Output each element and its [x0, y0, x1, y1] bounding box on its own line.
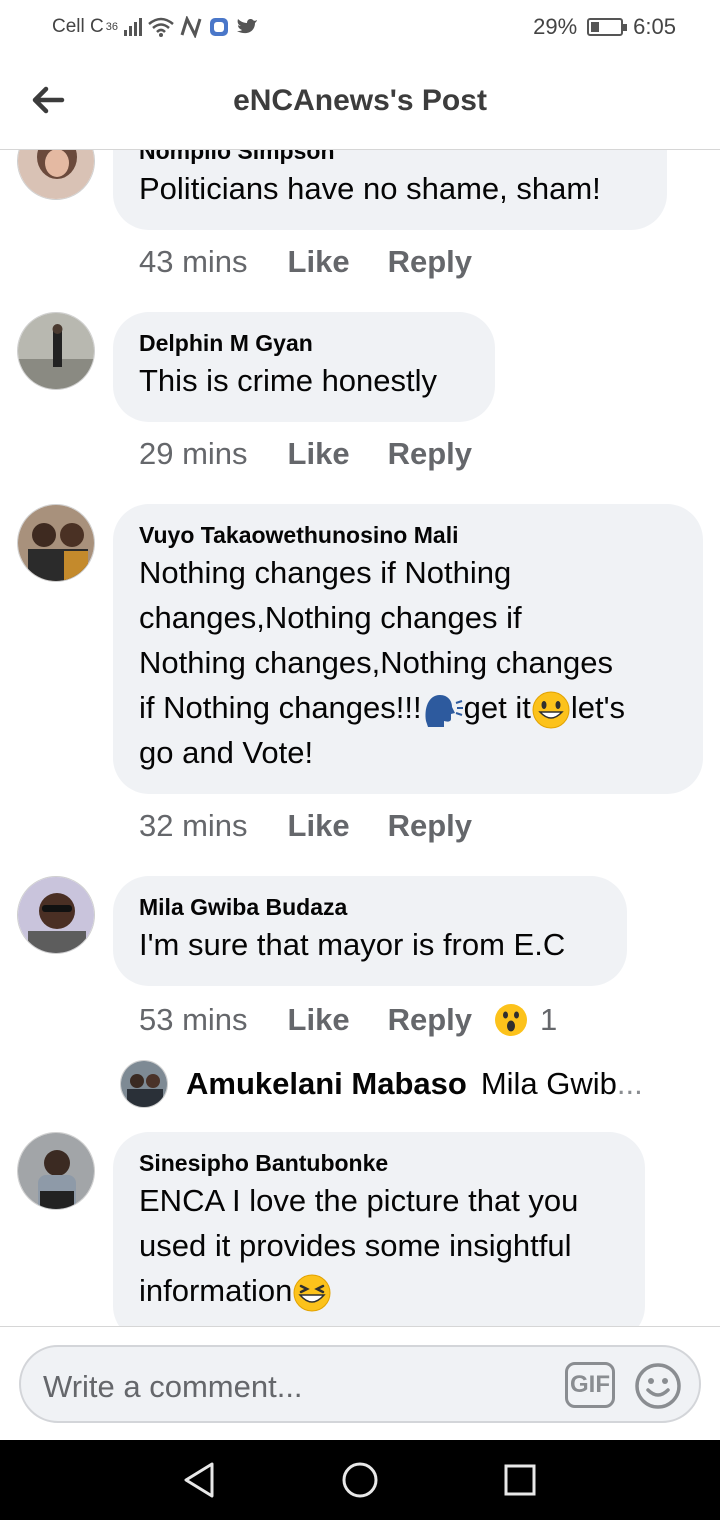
- speaking-head-emoji-icon: [425, 694, 463, 727]
- like-button[interactable]: Like: [288, 436, 350, 472]
- like-button[interactable]: Like: [288, 244, 350, 280]
- comment-composer: Write a comment... GIF: [0, 1326, 720, 1440]
- reply-preview[interactable]: Amukelani Mabaso Mila Gwib...: [120, 1060, 643, 1108]
- nav-home-icon[interactable]: [340, 1460, 380, 1500]
- carrier-label: Cell C: [52, 16, 104, 37]
- comment-actions: 43 mins Like Reply: [139, 244, 510, 280]
- system-nav-bar: [0, 1440, 720, 1520]
- comment-author[interactable]: Nomplio Simpson: [139, 150, 641, 166]
- avatar[interactable]: [120, 1060, 168, 1108]
- comment-bubble[interactable]: Nomplio Simpson Politicians have no sham…: [113, 150, 667, 230]
- comment-author[interactable]: Sinesipho Bantubonke: [139, 1148, 619, 1178]
- comment-actions: 29 mins Like Reply: [139, 436, 510, 472]
- twitter-icon: [236, 19, 257, 34]
- wow-reaction-icon: [495, 1004, 527, 1036]
- like-button[interactable]: Like: [288, 1002, 350, 1038]
- comments-feed[interactable]: Nomplio Simpson Politicians have no sham…: [0, 150, 720, 1326]
- avatar[interactable]: [17, 1132, 95, 1210]
- nfc-icon: [180, 16, 202, 38]
- comment-text: Nothing changes if Nothing changes,Nothi…: [139, 555, 626, 770]
- reaction-summary[interactable]: 1: [494, 1002, 557, 1038]
- avatar[interactable]: [17, 504, 95, 582]
- grinning-face-emoji-icon: [532, 691, 570, 729]
- comment-text: This is crime honestly: [139, 363, 438, 398]
- emoji-icon[interactable]: [633, 1361, 683, 1411]
- gif-icon[interactable]: GIF: [565, 1362, 615, 1408]
- comment-text: Politicians have no shame, sham!: [139, 171, 601, 206]
- grinning-squinting-face-emoji-icon: [293, 1274, 331, 1312]
- post-header: eNCAnews's Post: [0, 56, 720, 150]
- avatar[interactable]: [17, 150, 95, 200]
- battery-icon: [587, 18, 628, 36]
- comment-author[interactable]: Delphin M Gyan: [139, 328, 469, 358]
- comment-time[interactable]: 32 mins: [139, 808, 248, 844]
- reply-button[interactable]: Reply: [388, 436, 472, 472]
- reply-author[interactable]: Amukelani Mabaso: [186, 1066, 467, 1102]
- comment-time[interactable]: 29 mins: [139, 436, 248, 472]
- comment-placeholder: Write a comment...: [43, 1369, 303, 1404]
- comment-text: ENCA I love the picture that you used it…: [139, 1178, 619, 1313]
- page-title: eNCAnews's Post: [233, 84, 487, 117]
- comment-author[interactable]: Mila Gwiba Budaza: [139, 892, 601, 922]
- comment-text: I'm sure that mayor is from E.C: [139, 927, 566, 962]
- comment-author[interactable]: Vuyo Takaowethunosino Mali: [139, 520, 677, 550]
- reaction-count: 1: [540, 1002, 558, 1037]
- comment-bubble[interactable]: Vuyo Takaowethunosino Mali Nothing chang…: [113, 504, 703, 794]
- comment-time[interactable]: 43 mins: [139, 244, 248, 280]
- clock: 6:05: [633, 14, 676, 39]
- comment-bubble[interactable]: Delphin M Gyan This is crime honestly: [113, 312, 495, 422]
- nav-back-icon[interactable]: [180, 1460, 220, 1500]
- like-button[interactable]: Like: [288, 808, 350, 844]
- comment-actions: 53 mins Like Reply 1: [139, 1002, 557, 1038]
- wifi-icon: [148, 17, 174, 37]
- avatar[interactable]: [17, 312, 95, 390]
- comment-time[interactable]: 53 mins: [139, 1002, 248, 1038]
- status-bar: Cell C 36 29% 6:05: [0, 0, 720, 56]
- battery-percent: 29%: [533, 14, 578, 39]
- reply-text: Mila Gwib...: [480, 1066, 643, 1101]
- comment-actions: 32 mins Like Reply: [139, 808, 510, 844]
- reply-button[interactable]: Reply: [388, 808, 472, 844]
- comment-bubble[interactable]: Sinesipho Bantubonke ENCA I love the pic…: [113, 1132, 645, 1326]
- comment-input[interactable]: Write a comment... GIF: [19, 1345, 701, 1423]
- reply-button[interactable]: Reply: [388, 1002, 472, 1038]
- comment-bubble[interactable]: Mila Gwiba Budaza I'm sure that mayor is…: [113, 876, 627, 986]
- shield-app-icon: [209, 18, 228, 36]
- reply-button[interactable]: Reply: [388, 244, 472, 280]
- network-label: 36: [105, 21, 118, 33]
- avatar[interactable]: [17, 876, 95, 954]
- signal-icon: [123, 18, 142, 36]
- nav-recents-icon[interactable]: [500, 1460, 540, 1500]
